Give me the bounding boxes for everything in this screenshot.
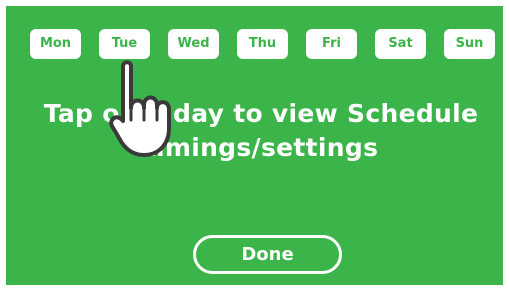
day-button-mon[interactable]: Mon (30, 29, 81, 59)
day-button-wed[interactable]: Wed (168, 29, 219, 59)
day-button-thu[interactable]: Thu (237, 29, 288, 59)
instruction-line-1: Tap on a day to view Schedule (43, 99, 479, 128)
done-button[interactable]: Done (193, 235, 342, 274)
day-button-sat[interactable]: Sat (375, 29, 426, 59)
day-button-fri[interactable]: Fri (306, 29, 357, 59)
day-selector: Mon Tue Wed Thu Fri Sat Sun (30, 29, 495, 69)
day-button-sun[interactable]: Sun (444, 29, 495, 59)
tap-hand-icon (109, 60, 171, 157)
day-button-tue[interactable]: Tue (99, 29, 150, 59)
instruction-text: Tap on a day to view Schedule timings/se… (26, 97, 496, 165)
schedule-panel: Mon Tue Wed Thu Fri Sat Sun Tap on a day… (6, 6, 503, 285)
instruction-line-2: timings/settings (143, 133, 379, 162)
